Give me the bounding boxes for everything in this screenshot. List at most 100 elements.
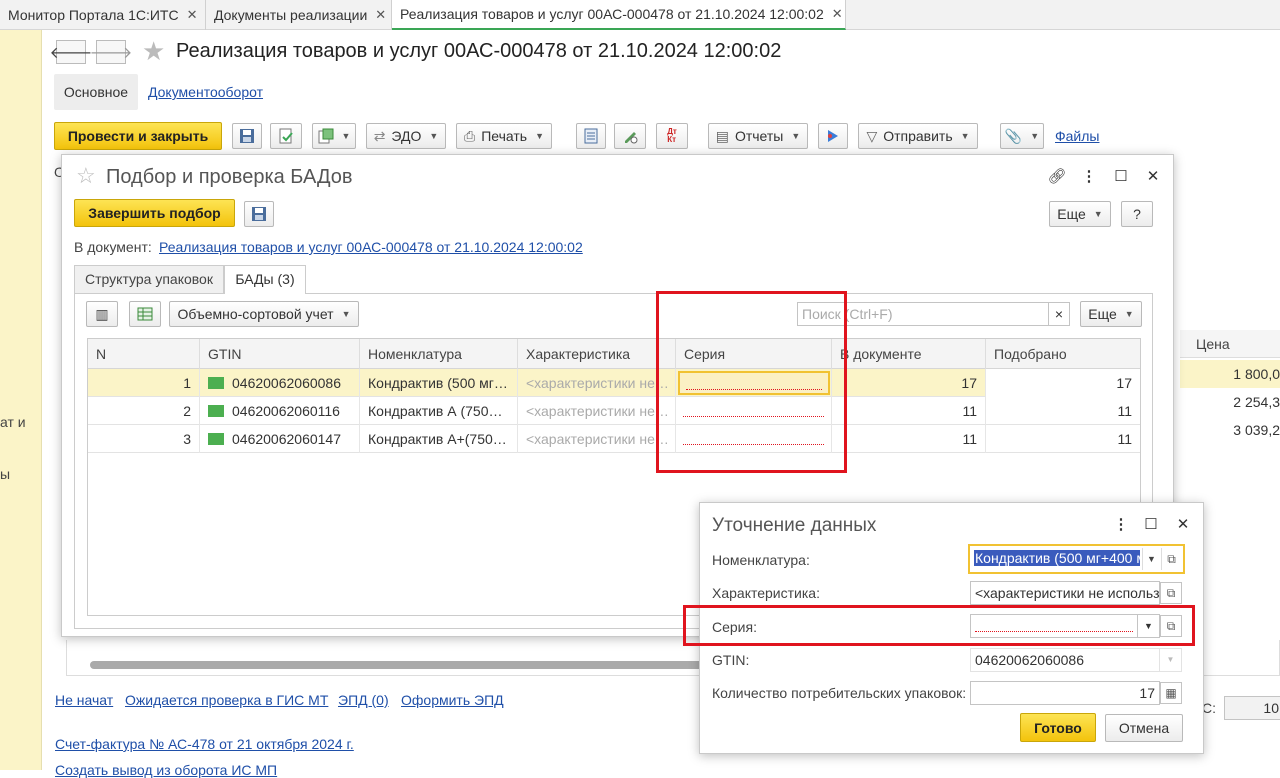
finish-selection-button[interactable]: Завершить подбор: [74, 199, 235, 227]
related-docs-button[interactable]: [818, 123, 848, 149]
volume-accounting-button[interactable]: Объемно-сортовой учет ▼: [169, 301, 359, 327]
send-button[interactable]: ▽ Отправить ▼: [858, 123, 978, 149]
col-nomenclature[interactable]: Номенклатура: [360, 339, 518, 369]
status-not-started-link[interactable]: Не начат: [55, 692, 113, 708]
edo-label: ЭДО: [391, 128, 422, 144]
barcode-icon: ▥: [95, 305, 109, 322]
tab-package-structure[interactable]: Структура упаковок: [74, 265, 224, 293]
accounting-entries-button[interactable]: Дт Кт: [656, 123, 688, 149]
excel-load-button[interactable]: [129, 301, 161, 327]
nomenclature-field[interactable]: Кондрактив (500 мг+400 мг ▼ ⧉: [968, 544, 1185, 574]
chevron-down-icon: ▼: [960, 131, 970, 141]
debit-credit-icon: Дт Кт: [667, 127, 677, 144]
cancel-button[interactable]: Отмена: [1105, 714, 1183, 742]
chevron-down-icon[interactable]: ▼: [1142, 548, 1160, 570]
document-movements-button[interactable]: [576, 123, 606, 149]
cell-gtin: 04620062060147: [200, 425, 360, 453]
more-menu-icon[interactable]: ⋮: [1111, 515, 1131, 533]
bg-price-cell: 3 039,2: [1233, 422, 1280, 438]
more-label: Еще: [1057, 206, 1086, 222]
favorite-star-icon[interactable]: ☆: [76, 163, 96, 189]
create-epd-link[interactable]: Оформить ЭПД: [401, 692, 504, 708]
table-row[interactable]: 1 04620062060086 Кондрактив (500 мг… <ха…: [88, 369, 1140, 397]
open-icon[interactable]: ⧉: [1161, 548, 1181, 570]
close-icon[interactable]: ✕: [375, 7, 386, 23]
tab-its-monitor[interactable]: Монитор Портала 1С:ИТС ✕: [0, 0, 206, 30]
report-icon: ▤: [715, 127, 729, 144]
nomenclature-value: Кондрактив (500 мг+400 мг: [974, 550, 1140, 566]
more-button[interactable]: Еще ▼: [1049, 201, 1111, 227]
create-withdrawal-link[interactable]: Создать вывод из оборота ИС МП: [55, 762, 277, 778]
close-icon[interactable]: ✕: [1173, 515, 1193, 533]
chevron-down-icon: ▼: [535, 131, 544, 141]
cell-gtin: 04620062060116: [200, 397, 360, 425]
col-characteristic[interactable]: Характеристика: [518, 339, 676, 369]
gtin-input[interactable]: 04620062060086: [970, 648, 1160, 672]
table-more-button[interactable]: Еще ▼: [1080, 301, 1142, 327]
table-row[interactable]: 3 04620062060147 Кондрактив А+(750… <хар…: [88, 425, 1140, 453]
edo-icon: ⇄: [373, 127, 386, 144]
create-based-on-button[interactable]: ▼: [312, 123, 356, 149]
link-icon[interactable]: 🔗︎: [1047, 167, 1067, 185]
horizontal-scrollbar[interactable]: [90, 661, 710, 669]
attachments-button[interactable]: 📎 ▼: [1000, 123, 1044, 149]
table-row[interactable]: 2 04620062060116 Кондрактив А (750… <хар…: [88, 397, 1140, 425]
tab-label: Монитор Портала 1С:ИТС: [8, 7, 179, 23]
reports-button[interactable]: ▤ Отчеты ▼: [708, 123, 808, 149]
chevron-down-icon: ▼: [341, 131, 351, 141]
invoice-link[interactable]: Счет-фактура № АС-478 от 21 октября 2024…: [55, 736, 354, 752]
package-count-label: Количество потребительских упаковок:: [712, 685, 967, 701]
more-menu-icon[interactable]: ⋮: [1079, 167, 1099, 185]
close-icon[interactable]: ✕: [187, 7, 198, 23]
edit-movements-button[interactable]: [614, 123, 646, 149]
window-title: Подбор и проверка БАДов: [106, 166, 353, 188]
maximize-icon[interactable]: ☐: [1111, 167, 1131, 185]
col-in-document[interactable]: В документе: [832, 339, 986, 369]
forward-button[interactable]: 🡒: [90, 40, 132, 64]
nomenclature-input[interactable]: Кондрактив (500 мг+400 мг: [974, 550, 1140, 568]
clear-search-button[interactable]: ×: [1048, 302, 1070, 326]
print-button[interactable]: ⎙ Печать ▼: [456, 123, 552, 149]
open-icon[interactable]: ⧉: [1160, 582, 1182, 604]
cell-gtin: 04620062060086: [200, 369, 360, 397]
scan-barcode-button[interactable]: ▥: [86, 301, 118, 327]
tab-bads[interactable]: БАДы (3): [224, 265, 306, 294]
document-link[interactable]: Реализация товаров и услуг 00АС-000478 о…: [159, 239, 583, 255]
col-n[interactable]: N: [88, 339, 200, 369]
package-count-input[interactable]: 17: [970, 681, 1160, 705]
edo-button[interactable]: ⇄ ЭДО ▼: [366, 123, 446, 149]
post-button[interactable]: [270, 123, 302, 149]
characteristic-input[interactable]: <характеристики не используются>: [970, 581, 1160, 605]
col-picked[interactable]: Подобрано: [986, 339, 1140, 369]
paperclip-icon: 📎: [1004, 127, 1023, 144]
files-link[interactable]: Файлы: [1055, 128, 1099, 144]
back-button[interactable]: 🡐: [50, 40, 92, 64]
save-button[interactable]: [232, 123, 262, 149]
cell-picked: 17: [986, 369, 1140, 397]
marking-code-icon: [208, 405, 224, 417]
cell-nomenclature: Кондрактив (500 мг…: [360, 369, 518, 397]
help-button[interactable]: ?: [1121, 201, 1153, 227]
ok-button[interactable]: Готово: [1020, 713, 1096, 742]
list-icon: [584, 128, 598, 144]
doc-label: В документ:: [74, 239, 152, 255]
calculator-icon[interactable]: ▦: [1160, 682, 1182, 704]
close-icon[interactable]: ✕: [1143, 167, 1163, 185]
tab-sales-docs[interactable]: Документы реализации ✕: [206, 0, 392, 30]
nomenclature-label: Номенклатура:: [712, 552, 810, 568]
save-button[interactable]: [244, 201, 274, 227]
epd-link[interactable]: ЭПД (0): [338, 692, 389, 708]
cell-in-document: 11: [832, 425, 986, 453]
tab-main[interactable]: Основное: [54, 74, 138, 110]
tab-sales-document[interactable]: Реализация товаров и услуг 00АС-000478 о…: [392, 0, 846, 30]
gis-check-link[interactable]: Ожидается проверка в ГИС МТ: [125, 692, 328, 708]
close-icon[interactable]: ✕: [832, 6, 843, 22]
tab-workflow[interactable]: Документооборот: [148, 84, 263, 100]
maximize-icon[interactable]: ☐: [1141, 515, 1161, 533]
post-and-close-button[interactable]: Провести и закрыть: [54, 122, 222, 150]
col-gtin[interactable]: GTIN: [200, 339, 360, 369]
favorite-star-icon[interactable]: ★: [142, 36, 165, 67]
cell-in-document: 17: [832, 369, 986, 397]
marking-code-icon: [208, 433, 224, 445]
tab-label: Реализация товаров и услуг 00АС-000478 о…: [400, 6, 824, 22]
